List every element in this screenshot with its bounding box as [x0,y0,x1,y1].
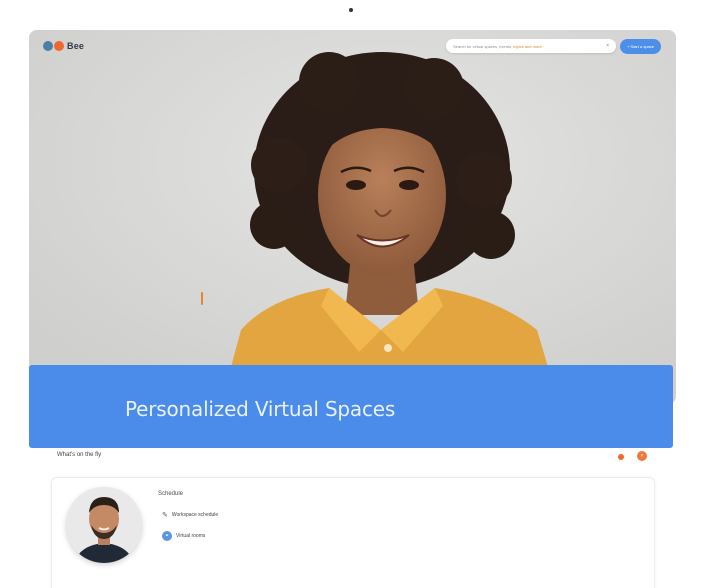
link-icon: ⚭ [162,531,172,541]
section-heading: What's on the fly [57,452,102,458]
camera-dot [349,8,353,12]
search-placeholder: Search for virtual spaces, events, topic… [453,43,542,49]
list-item[interactable]: ⚭ Virtual rooms [162,531,205,541]
clear-search-icon[interactable]: × [606,43,609,49]
list-item-text: Workspace schedule [171,512,219,518]
pencil-icon: ✎ [162,512,168,519]
search-input[interactable]: Search for virtual spaces, events, topic… [446,39,616,53]
app-logo[interactable]: Bee [43,41,84,51]
profile-card: Schedule ✎ Workspace schedule ⚭ Virtual … [51,477,655,588]
logo-dot-icon [54,41,64,51]
avatar[interactable] [66,487,142,563]
hero-portrait-image [29,30,676,404]
logo-mark-icon [43,41,53,51]
text-cursor-icon [201,292,203,305]
feature-banner: Personalized Virtual Spaces [29,365,673,448]
logo-text: Bee [67,41,85,51]
avatar-portrait-image [66,487,142,563]
banner-title: Personalized Virtual Spaces [125,397,396,421]
hero-section: Bee Search for virtual spaces, events, t… [29,30,676,404]
start-space-button[interactable]: + Start a space [620,39,661,54]
close-icon[interactable]: × [637,451,647,461]
list-item[interactable]: ✎ Workspace schedule [162,511,218,519]
notification-dot-icon[interactable] [618,454,624,460]
app-window: Bee Search for virtual spaces, events, t… [0,0,702,588]
schedule-label: Schedule [158,491,184,497]
list-item-text: Virtual rooms [176,533,206,539]
